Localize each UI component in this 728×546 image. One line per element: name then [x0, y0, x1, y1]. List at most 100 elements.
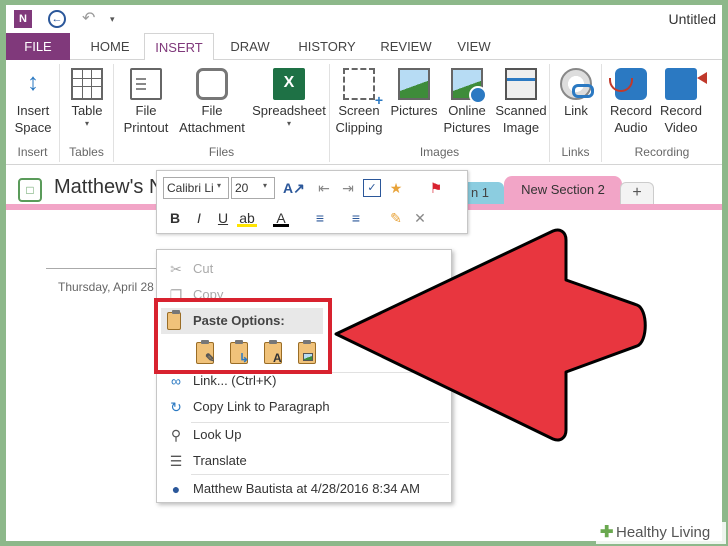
notebook-title[interactable]: Matthew's N — [54, 176, 163, 199]
page-date: Thursday, April 28 — [58, 280, 154, 294]
ribbon: ↕ Insert Space Insert Table ▾ Tables Fil… — [6, 60, 722, 165]
clear-formatting-icon[interactable]: ✕ — [411, 209, 429, 227]
link-button[interactable]: Link — [552, 64, 600, 144]
watermark: ✚ Healthy Living — [596, 522, 726, 544]
decrease-indent-icon[interactable]: ⇤ — [315, 179, 333, 197]
paperclip-icon — [196, 68, 228, 100]
watermark-text: Healthy Living — [616, 524, 711, 541]
onenote-logo-icon: N — [14, 10, 32, 28]
undo-icon[interactable]: ↶ — [82, 10, 100, 28]
bullets-icon[interactable]: ≡ — [311, 209, 329, 227]
group-label-tables: Tables — [69, 145, 104, 159]
file-attachment-label-2: Attachment — [179, 120, 245, 135]
online-pictures-label-1: Online — [448, 103, 486, 118]
tab-insert[interactable]: INSERT — [144, 33, 214, 61]
table-icon — [71, 68, 103, 100]
record-audio-label-1: Record — [610, 103, 652, 118]
pictures-label: Pictures — [390, 103, 438, 118]
screen-clipping-icon — [343, 68, 383, 108]
insert-space-label-1: Insert — [16, 103, 50, 118]
todo-checkbox-icon[interactable]: ✓ — [363, 179, 381, 197]
tab-draw[interactable]: DRAW — [220, 33, 280, 60]
section-tab-2[interactable]: New Section 2 — [504, 176, 622, 204]
record-audio-button[interactable]: Record Audio — [606, 64, 656, 144]
file-attachment-label-1: File — [201, 103, 223, 118]
file-printout-label-2: Printout — [123, 120, 169, 135]
link-icon: ∞ — [171, 373, 181, 389]
menu-item-author[interactable]: ● Matthew Bautista at 4/28/2016 8:34 AM — [157, 476, 453, 502]
screen-clipping-label-2: Clipping — [335, 120, 383, 135]
menu-item-copy-link-label: Copy Link to Paragraph — [193, 399, 330, 414]
video-camera-icon — [665, 68, 707, 100]
scanned-image-button[interactable]: Scanned Image — [494, 64, 548, 144]
screen-clipping-button[interactable]: Screen Clipping — [332, 64, 386, 144]
underline-icon[interactable]: U — [215, 209, 231, 227]
scissors-icon: ✂ — [170, 261, 182, 277]
link-label: Link — [564, 103, 588, 118]
tab-review[interactable]: REVIEW — [374, 33, 438, 60]
menu-item-cut[interactable]: ✂ Cut — [157, 256, 453, 282]
file-attachment-button[interactable]: File Attachment — [176, 64, 248, 144]
menu-item-look-up[interactable]: ⚲ Look Up — [157, 422, 453, 448]
bold-icon[interactable]: B — [167, 209, 183, 227]
window-title: Untitled — [668, 11, 716, 27]
copy-link-icon: ↻ — [170, 399, 182, 415]
insert-space-button[interactable]: ↕ Insert Space — [8, 64, 58, 144]
file-printout-icon — [130, 68, 162, 100]
notebook-icon[interactable]: □ — [18, 178, 42, 202]
styles-icon[interactable]: A↗ — [283, 179, 305, 197]
group-label-images: Images — [419, 145, 460, 159]
spreadsheet-label: Spreadsheet — [252, 103, 326, 118]
file-printout-button[interactable]: File Printout — [118, 64, 174, 144]
group-label-links: Links — [561, 145, 590, 159]
scanned-image-label-1: Scanned — [495, 103, 547, 118]
add-section-button[interactable]: + — [620, 182, 654, 204]
ribbon-tabs: FILE HOME INSERT DRAW HISTORY REVIEW VIE… — [6, 33, 722, 61]
mini-toolbar: Calibri Li ▾ 20 ▾ A↗ ⇤ ⇥ ✓ ★ ⚑ B I U ab … — [156, 170, 468, 234]
flag-icon[interactable]: ⚑ — [427, 179, 445, 197]
tab-file[interactable]: FILE — [6, 33, 70, 60]
tab-view[interactable]: VIEW — [446, 33, 502, 60]
menu-item-copy-link[interactable]: ↻ Copy Link to Paragraph — [157, 394, 453, 420]
group-tables: Table ▾ Tables — [60, 64, 114, 162]
format-painter-icon[interactable]: ✎ — [387, 209, 405, 227]
scanner-icon — [505, 68, 537, 100]
chevron-down-icon[interactable]: ▾ — [263, 181, 267, 190]
tab-home[interactable]: HOME — [80, 33, 140, 60]
record-video-button[interactable]: Record Video — [656, 64, 707, 144]
chevron-down-icon: ▾ — [84, 119, 89, 128]
person-icon: ● — [171, 481, 181, 497]
pictures-button[interactable]: Pictures — [388, 64, 440, 144]
increase-indent-icon[interactable]: ⇥ — [339, 179, 357, 197]
scanned-image-label-2: Image — [502, 120, 540, 135]
chevron-down-icon: ▾ — [286, 119, 291, 128]
online-picture-icon — [451, 68, 487, 104]
menu-separator — [191, 474, 449, 475]
file-printout-label-1: File — [135, 103, 157, 118]
paste-options-highlight — [154, 298, 332, 374]
tag-icon[interactable]: ★ — [387, 179, 405, 197]
table-button[interactable]: Table ▾ — [62, 64, 112, 144]
link-icon — [560, 68, 594, 100]
italic-icon[interactable]: I — [191, 209, 207, 227]
microphone-icon — [609, 68, 647, 100]
spreadsheet-button[interactable]: X Spreadsheet ▾ — [250, 64, 328, 144]
online-pictures-button[interactable]: Online Pictures — [442, 64, 492, 144]
font-size-box[interactable]: 20 — [231, 177, 275, 199]
chevron-down-icon[interactable]: ▾ — [217, 181, 221, 190]
back-icon[interactable]: ← — [48, 10, 66, 28]
menu-item-link-label: Link... (Ctrl+K) — [193, 373, 277, 388]
menu-item-translate[interactable]: ☰ Translate — [157, 448, 453, 474]
menu-item-cut-label: Cut — [193, 261, 214, 276]
font-color-icon[interactable]: A — [273, 209, 289, 227]
group-images: Screen Clipping Pictures Online Pictures… — [330, 64, 550, 162]
customize-toolbar-icon[interactable]: ▾ — [110, 10, 120, 28]
highlight-color-icon[interactable]: ab — [237, 209, 257, 227]
group-label-insert: Insert — [17, 145, 48, 159]
page-title-line — [46, 268, 166, 269]
group-links: Link Links — [550, 64, 602, 162]
numbering-icon[interactable]: ≡ — [347, 209, 365, 227]
group-label-recording: Recording — [634, 145, 690, 159]
title-bar: N ← ↶ ▾ Untitled — [6, 5, 722, 33]
tab-history[interactable]: HISTORY — [290, 33, 364, 60]
